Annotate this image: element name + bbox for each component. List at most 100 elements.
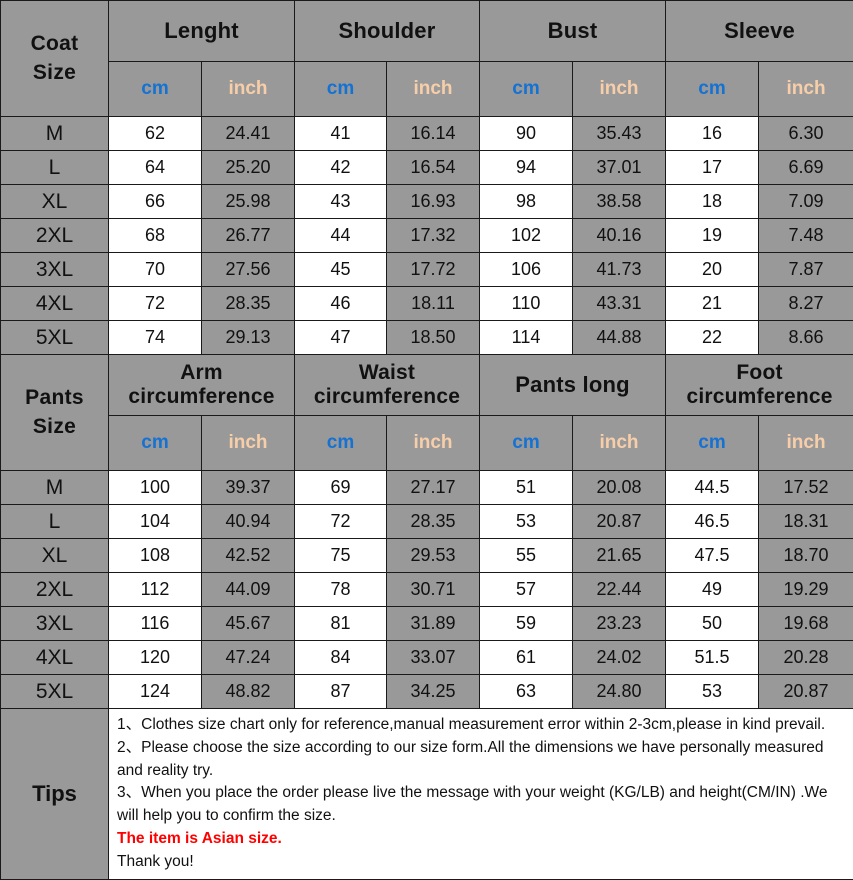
pants-cell-value: 108 bbox=[109, 539, 202, 573]
pants-group-foot-line2: circumference bbox=[686, 385, 832, 408]
table-row: 5XL 124 48.82 87 34.25 63 24.80 53 20.87 bbox=[1, 675, 853, 709]
coat-unit-inch-lenght: inch bbox=[202, 62, 295, 117]
coat-cell-value: 41.73 bbox=[573, 253, 666, 287]
pants-size-header-line2: Size bbox=[33, 415, 76, 438]
tips-line-2: 2、Please choose the size according to ou… bbox=[117, 737, 847, 783]
pants-unit-cm-foot: cm bbox=[666, 416, 759, 471]
coat-cell-value: 26.77 bbox=[202, 219, 295, 253]
tips-thanks: Thank you! bbox=[117, 851, 847, 874]
pants-cell-value: 53 bbox=[480, 505, 573, 539]
pants-cell-value: 27.17 bbox=[387, 471, 480, 505]
pants-size-header: Pants Size bbox=[1, 355, 109, 471]
coat-row-size: 4XL bbox=[1, 287, 109, 321]
coat-cell-value: 24.41 bbox=[202, 117, 295, 151]
coat-cell-value: 18.50 bbox=[387, 321, 480, 355]
pants-cell-value: 40.94 bbox=[202, 505, 295, 539]
pants-cell-value: 124 bbox=[109, 675, 202, 709]
coat-cell-value: 43 bbox=[295, 185, 387, 219]
coat-size-header-line1: Coat bbox=[31, 32, 79, 55]
pants-cell-value: 20.87 bbox=[759, 675, 853, 709]
pants-cell-value: 75 bbox=[295, 539, 387, 573]
pants-cell-value: 18.31 bbox=[759, 505, 853, 539]
pants-cell-value: 20.28 bbox=[759, 641, 853, 675]
coat-row-size: M bbox=[1, 117, 109, 151]
table-row: M 62 24.41 41 16.14 90 35.43 16 6.30 bbox=[1, 117, 853, 151]
table-row: XL 108 42.52 75 29.53 55 21.65 47.5 18.7… bbox=[1, 539, 853, 573]
coat-size-header: Coat Size bbox=[1, 1, 109, 117]
pants-cell-value: 81 bbox=[295, 607, 387, 641]
pants-cell-value: 44.5 bbox=[666, 471, 759, 505]
coat-group-shoulder: Shoulder bbox=[295, 1, 480, 62]
coat-cell-value: 45 bbox=[295, 253, 387, 287]
coat-group-bust: Bust bbox=[480, 1, 666, 62]
pants-cell-value: 20.08 bbox=[573, 471, 666, 505]
pants-cell-value: 50 bbox=[666, 607, 759, 641]
pants-group-waist-line2: circumference bbox=[314, 385, 460, 408]
coat-unit-cm-sleeve: cm bbox=[666, 62, 759, 117]
coat-cell-value: 42 bbox=[295, 151, 387, 185]
coat-cell-value: 20 bbox=[666, 253, 759, 287]
coat-cell-value: 7.87 bbox=[759, 253, 853, 287]
pants-group-foot-circumference: Foot circumference bbox=[666, 355, 853, 416]
pants-row-size: 5XL bbox=[1, 675, 109, 709]
pants-cell-value: 63 bbox=[480, 675, 573, 709]
coat-cell-value: 25.20 bbox=[202, 151, 295, 185]
pants-cell-value: 69 bbox=[295, 471, 387, 505]
coat-cell-value: 62 bbox=[109, 117, 202, 151]
coat-cell-value: 66 bbox=[109, 185, 202, 219]
coat-cell-value: 7.09 bbox=[759, 185, 853, 219]
table-row: 2XL 68 26.77 44 17.32 102 40.16 19 7.48 bbox=[1, 219, 853, 253]
pants-cell-value: 120 bbox=[109, 641, 202, 675]
coat-cell-value: 41 bbox=[295, 117, 387, 151]
coat-unit-cm-lenght: cm bbox=[109, 62, 202, 117]
pants-cell-value: 49 bbox=[666, 573, 759, 607]
coat-cell-value: 21 bbox=[666, 287, 759, 321]
table-row: 5XL 74 29.13 47 18.50 114 44.88 22 8.66 bbox=[1, 321, 853, 355]
coat-unit-cm-bust: cm bbox=[480, 62, 573, 117]
pants-row-size: 4XL bbox=[1, 641, 109, 675]
table-row: 3XL 70 27.56 45 17.72 106 41.73 20 7.87 bbox=[1, 253, 853, 287]
coat-cell-value: 38.58 bbox=[573, 185, 666, 219]
pants-cell-value: 39.37 bbox=[202, 471, 295, 505]
tips-line-1: 1、Clothes size chart only for reference,… bbox=[117, 714, 847, 737]
coat-cell-value: 17.72 bbox=[387, 253, 480, 287]
pants-cell-value: 112 bbox=[109, 573, 202, 607]
table-row: L 104 40.94 72 28.35 53 20.87 46.5 18.31 bbox=[1, 505, 853, 539]
coat-cell-value: 6.30 bbox=[759, 117, 853, 151]
pants-cell-value: 45.67 bbox=[202, 607, 295, 641]
coat-row-size: 5XL bbox=[1, 321, 109, 355]
coat-cell-value: 110 bbox=[480, 287, 573, 321]
pants-group-header-row: Pants Size Arm circumference Waist circu… bbox=[1, 355, 853, 416]
pants-cell-value: 48.82 bbox=[202, 675, 295, 709]
pants-row-size: M bbox=[1, 471, 109, 505]
pants-cell-value: 17.52 bbox=[759, 471, 853, 505]
coat-cell-value: 16.54 bbox=[387, 151, 480, 185]
pants-cell-value: 30.71 bbox=[387, 573, 480, 607]
pants-group-waist-circumference: Waist circumference bbox=[295, 355, 480, 416]
pants-unit-inch-waist: inch bbox=[387, 416, 480, 471]
pants-row-size: 2XL bbox=[1, 573, 109, 607]
pants-cell-value: 51 bbox=[480, 471, 573, 505]
coat-cell-value: 37.01 bbox=[573, 151, 666, 185]
coat-row-size: 2XL bbox=[1, 219, 109, 253]
pants-group-pants-long: Pants long bbox=[480, 355, 666, 416]
coat-row-size: L bbox=[1, 151, 109, 185]
coat-cell-value: 74 bbox=[109, 321, 202, 355]
coat-cell-value: 7.48 bbox=[759, 219, 853, 253]
coat-cell-value: 25.98 bbox=[202, 185, 295, 219]
pants-cell-value: 42.52 bbox=[202, 539, 295, 573]
pants-cell-value: 23.23 bbox=[573, 607, 666, 641]
coat-unit-inch-shoulder: inch bbox=[387, 62, 480, 117]
coat-cell-value: 72 bbox=[109, 287, 202, 321]
pants-unit-cm-arm: cm bbox=[109, 416, 202, 471]
coat-cell-value: 44.88 bbox=[573, 321, 666, 355]
pants-cell-value: 24.80 bbox=[573, 675, 666, 709]
coat-cell-value: 8.66 bbox=[759, 321, 853, 355]
coat-unit-inch-sleeve: inch bbox=[759, 62, 853, 117]
tips-label: Tips bbox=[1, 709, 109, 880]
tips-body: 1、Clothes size chart only for reference,… bbox=[109, 709, 853, 880]
coat-cell-value: 40.16 bbox=[573, 219, 666, 253]
pants-size-header-line1: Pants bbox=[25, 386, 84, 409]
size-chart-table: Coat Size Lenght Shoulder Bust Sleeve cm… bbox=[0, 0, 853, 880]
pants-cell-value: 84 bbox=[295, 641, 387, 675]
